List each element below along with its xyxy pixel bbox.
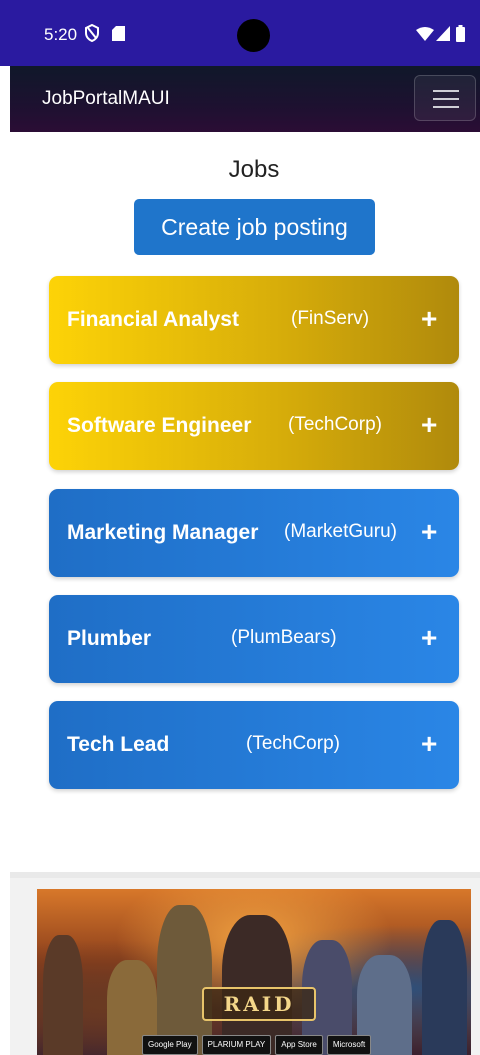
ad-banner[interactable]: RAID Google Play PLARIUM PLAY App Store …: [37, 889, 471, 1055]
camera-cutout: [237, 19, 270, 52]
job-company: (TechCorp): [288, 414, 382, 435]
job-company: (TechCorp): [246, 733, 340, 754]
expand-plus-icon[interactable]: +: [421, 622, 437, 654]
ad-character: [422, 920, 467, 1055]
job-card[interactable]: Tech Lead (TechCorp) +: [49, 701, 459, 789]
expand-plus-icon[interactable]: +: [421, 516, 437, 548]
expand-plus-icon[interactable]: +: [421, 303, 437, 335]
job-card[interactable]: Financial Analyst (FinServ) +: [49, 276, 459, 364]
create-job-posting-label: Create job posting: [161, 213, 348, 240]
wifi-icon: [416, 27, 434, 46]
job-title: Plumber: [67, 627, 152, 650]
hamburger-icon-bar: [433, 98, 459, 100]
expand-plus-icon[interactable]: +: [421, 728, 437, 760]
ad-character: [157, 905, 212, 1055]
job-title: Tech Lead: [67, 733, 170, 756]
battery-icon: [456, 25, 465, 47]
job-company: (MarketGuru): [284, 521, 397, 542]
job-company: (PlumBears): [231, 627, 337, 648]
create-job-posting-button[interactable]: Create job posting: [134, 199, 375, 255]
job-company: (FinServ): [291, 308, 370, 329]
ad-character: [222, 915, 292, 1055]
app-brand[interactable]: JobPortalMAUI: [42, 88, 170, 110]
hamburger-icon: [433, 90, 459, 92]
status-time: 5:20: [44, 25, 78, 44]
store-badges: Google Play PLARIUM PLAY App Store Micro…: [142, 1035, 372, 1055]
top-navbar: JobPortalMAUI: [10, 66, 480, 132]
job-title: Marketing Manager: [67, 521, 259, 544]
vpn-shield-icon: [84, 23, 100, 47]
google-play-badge[interactable]: Google Play: [142, 1035, 198, 1055]
hamburger-icon-bar: [433, 106, 459, 108]
page-title: Jobs: [228, 156, 280, 183]
job-title: Financial Analyst: [67, 308, 239, 331]
job-card[interactable]: Marketing Manager (MarketGuru) +: [49, 489, 459, 577]
expand-plus-icon[interactable]: +: [421, 409, 437, 441]
plarium-play-badge[interactable]: PLARIUM PLAY: [201, 1035, 272, 1055]
app-store-badge[interactable]: App Store: [275, 1035, 323, 1055]
signal-icon: [436, 26, 450, 46]
menu-toggle-button[interactable]: [414, 75, 476, 121]
ad-game-logo: RAID: [202, 987, 316, 1021]
sd-card-icon: [112, 26, 125, 46]
status-bar: 5:20: [0, 0, 480, 66]
job-title: Software Engineer: [67, 414, 252, 437]
job-card[interactable]: Software Engineer (TechCorp) +: [49, 382, 459, 470]
ad-character: [43, 935, 83, 1055]
microsoft-badge[interactable]: Microsoft: [326, 1035, 372, 1055]
job-card[interactable]: Plumber (PlumBears) +: [49, 595, 459, 683]
